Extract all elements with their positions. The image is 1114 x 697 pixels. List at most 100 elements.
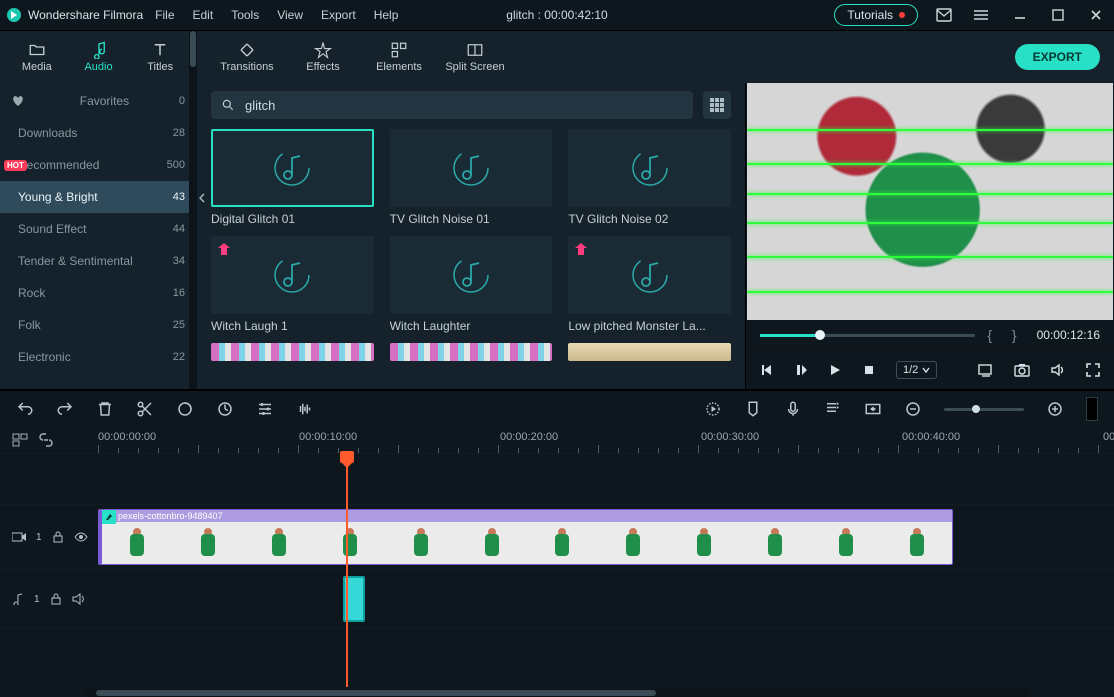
tab-split-screen[interactable]: Split Screen — [439, 41, 511, 73]
category-label: Sound Effect — [18, 222, 87, 236]
asset-grid: Digital Glitch 01TV Glitch Noise 01TV Gl… — [211, 129, 731, 333]
asset-item[interactable]: Low pitched Monster La... — [568, 236, 731, 333]
asset-thumb — [568, 129, 731, 207]
heart-icon — [12, 95, 24, 107]
video-clip[interactable]: pexels-cottonbro-9489407 — [98, 509, 953, 565]
search-input[interactable] — [243, 97, 683, 114]
tab-effects[interactable]: Effects — [287, 41, 359, 73]
asset-item[interactable]: Witch Laugh 1 — [211, 236, 374, 333]
download-badge-icon — [217, 242, 231, 256]
tab-elements[interactable]: Elements — [363, 41, 435, 73]
mixer-icon[interactable] — [824, 400, 842, 418]
track-lock-icon[interactable] — [52, 531, 64, 543]
fullscreen-icon[interactable] — [1086, 363, 1100, 377]
category-list: Favorites0Downloads28HOTRecommended500Yo… — [0, 85, 197, 389]
track-mute-icon[interactable] — [72, 593, 86, 605]
playhead[interactable] — [346, 453, 348, 687]
split-icon[interactable] — [136, 400, 154, 418]
sidebar-scrollbar[interactable] — [189, 31, 197, 389]
link-icon[interactable] — [38, 433, 54, 447]
play-icon[interactable] — [828, 363, 842, 377]
crop-icon[interactable] — [176, 400, 194, 418]
ruler-head — [0, 427, 98, 453]
mark-in-out-icon[interactable]: { } — [987, 327, 1024, 343]
list-icon[interactable] — [970, 3, 994, 27]
marker-icon[interactable] — [744, 400, 762, 418]
category-item[interactable]: HOTRecommended500 — [0, 149, 197, 181]
speed-icon[interactable] — [216, 400, 234, 418]
manage-tracks-icon[interactable] — [12, 433, 28, 447]
category-item[interactable]: Young & Bright43 — [0, 181, 197, 213]
category-item[interactable]: Downloads28 — [0, 117, 197, 149]
asset-item[interactable]: TV Glitch Noise 02 — [568, 129, 731, 226]
audio-wave-icon[interactable] — [296, 400, 314, 418]
delete-icon[interactable] — [96, 400, 114, 418]
ruler-mark: 00:00:00:00 — [98, 431, 156, 443]
redo-icon[interactable] — [56, 400, 74, 418]
category-item[interactable]: Electronic22 — [0, 341, 197, 373]
preview-time: 00:00:12:16 — [1037, 328, 1100, 342]
preview-pane: { } 00:00:12:16 1/2 — [745, 31, 1114, 389]
stop-icon[interactable] — [862, 363, 876, 377]
category-item[interactable]: Sound Effect44 — [0, 213, 197, 245]
snapshot-icon[interactable] — [1014, 363, 1030, 377]
category-label: Downloads — [18, 126, 77, 140]
download-badge-icon — [574, 242, 588, 256]
category-item[interactable]: Folk25 — [0, 309, 197, 341]
category-item[interactable]: Favorites0 — [0, 85, 197, 117]
export-button[interactable]: EXPORT — [1015, 44, 1100, 70]
play-pause-icon[interactable] — [794, 363, 808, 377]
category-item[interactable]: Tender & Sentimental34 — [0, 245, 197, 277]
mail-icon[interactable] — [932, 3, 956, 27]
tutorials-button[interactable]: Tutorials — [834, 4, 918, 26]
main-tabs: Media Audio Titles — [0, 31, 197, 83]
prev-frame-icon[interactable] — [760, 363, 774, 377]
asset-partial[interactable] — [568, 343, 731, 361]
zoom-in-icon[interactable] — [1046, 400, 1064, 418]
adjust-icon[interactable] — [256, 400, 274, 418]
asset-partial[interactable] — [211, 343, 374, 361]
notification-dot — [899, 12, 905, 18]
category-item[interactable]: Rock16 — [0, 277, 197, 309]
volume-icon[interactable] — [1050, 363, 1066, 377]
timeline-ruler[interactable]: 00:00:00:0000:00:10:0000:00:20:0000:00:3… — [98, 427, 1114, 453]
keyframe-icon[interactable] — [864, 400, 882, 418]
menu-export[interactable]: Export — [321, 8, 356, 22]
preview-viewport[interactable] — [747, 75, 1113, 320]
audio-track-label: 1 — [34, 594, 40, 605]
workspace: Transitions Effects Elements Split Scree… — [0, 31, 1114, 390]
zoom-out-icon[interactable] — [904, 400, 922, 418]
timeline-hscroll[interactable] — [0, 687, 1114, 697]
collapse-sidebar-icon[interactable] — [197, 181, 206, 215]
tab-media[interactable]: Media — [6, 41, 68, 73]
track-lock-icon[interactable] — [50, 593, 62, 605]
menu-help[interactable]: Help — [374, 8, 399, 22]
quality-icon[interactable] — [978, 363, 994, 377]
asset-partial[interactable] — [390, 343, 553, 361]
seek-slider[interactable] — [760, 334, 975, 337]
window-minimize-icon[interactable] — [1008, 3, 1032, 27]
render-icon[interactable] — [704, 400, 722, 418]
asset-item[interactable]: TV Glitch Noise 01 — [390, 129, 553, 226]
timeline-tool-divider[interactable] — [1086, 397, 1098, 421]
timeline-zoom-slider[interactable] — [944, 408, 1024, 411]
menu-view[interactable]: View — [277, 8, 303, 22]
audio-track: 1 — [0, 569, 1114, 628]
asset-item[interactable]: Witch Laughter — [390, 236, 553, 333]
tab-titles[interactable]: Titles — [129, 41, 191, 73]
preview-zoom-select[interactable]: 1/2 — [896, 361, 937, 379]
menu-file[interactable]: File — [155, 8, 174, 22]
tab-audio[interactable]: Audio — [68, 41, 130, 73]
track-visible-icon[interactable] — [74, 531, 88, 543]
record-voiceover-icon[interactable] — [784, 400, 802, 418]
menu-edit[interactable]: Edit — [193, 8, 214, 22]
category-label: Favorites — [80, 94, 129, 108]
asset-item[interactable]: Digital Glitch 01 — [211, 129, 374, 226]
tab-transitions[interactable]: Transitions — [211, 41, 283, 73]
grid-view-icon[interactable] — [703, 91, 731, 119]
menu-tools[interactable]: Tools — [231, 8, 259, 22]
undo-icon[interactable] — [16, 400, 34, 418]
window-maximize-icon[interactable] — [1046, 3, 1070, 27]
window-close-icon[interactable] — [1084, 3, 1108, 27]
asset-name: Low pitched Monster La... — [568, 319, 731, 333]
